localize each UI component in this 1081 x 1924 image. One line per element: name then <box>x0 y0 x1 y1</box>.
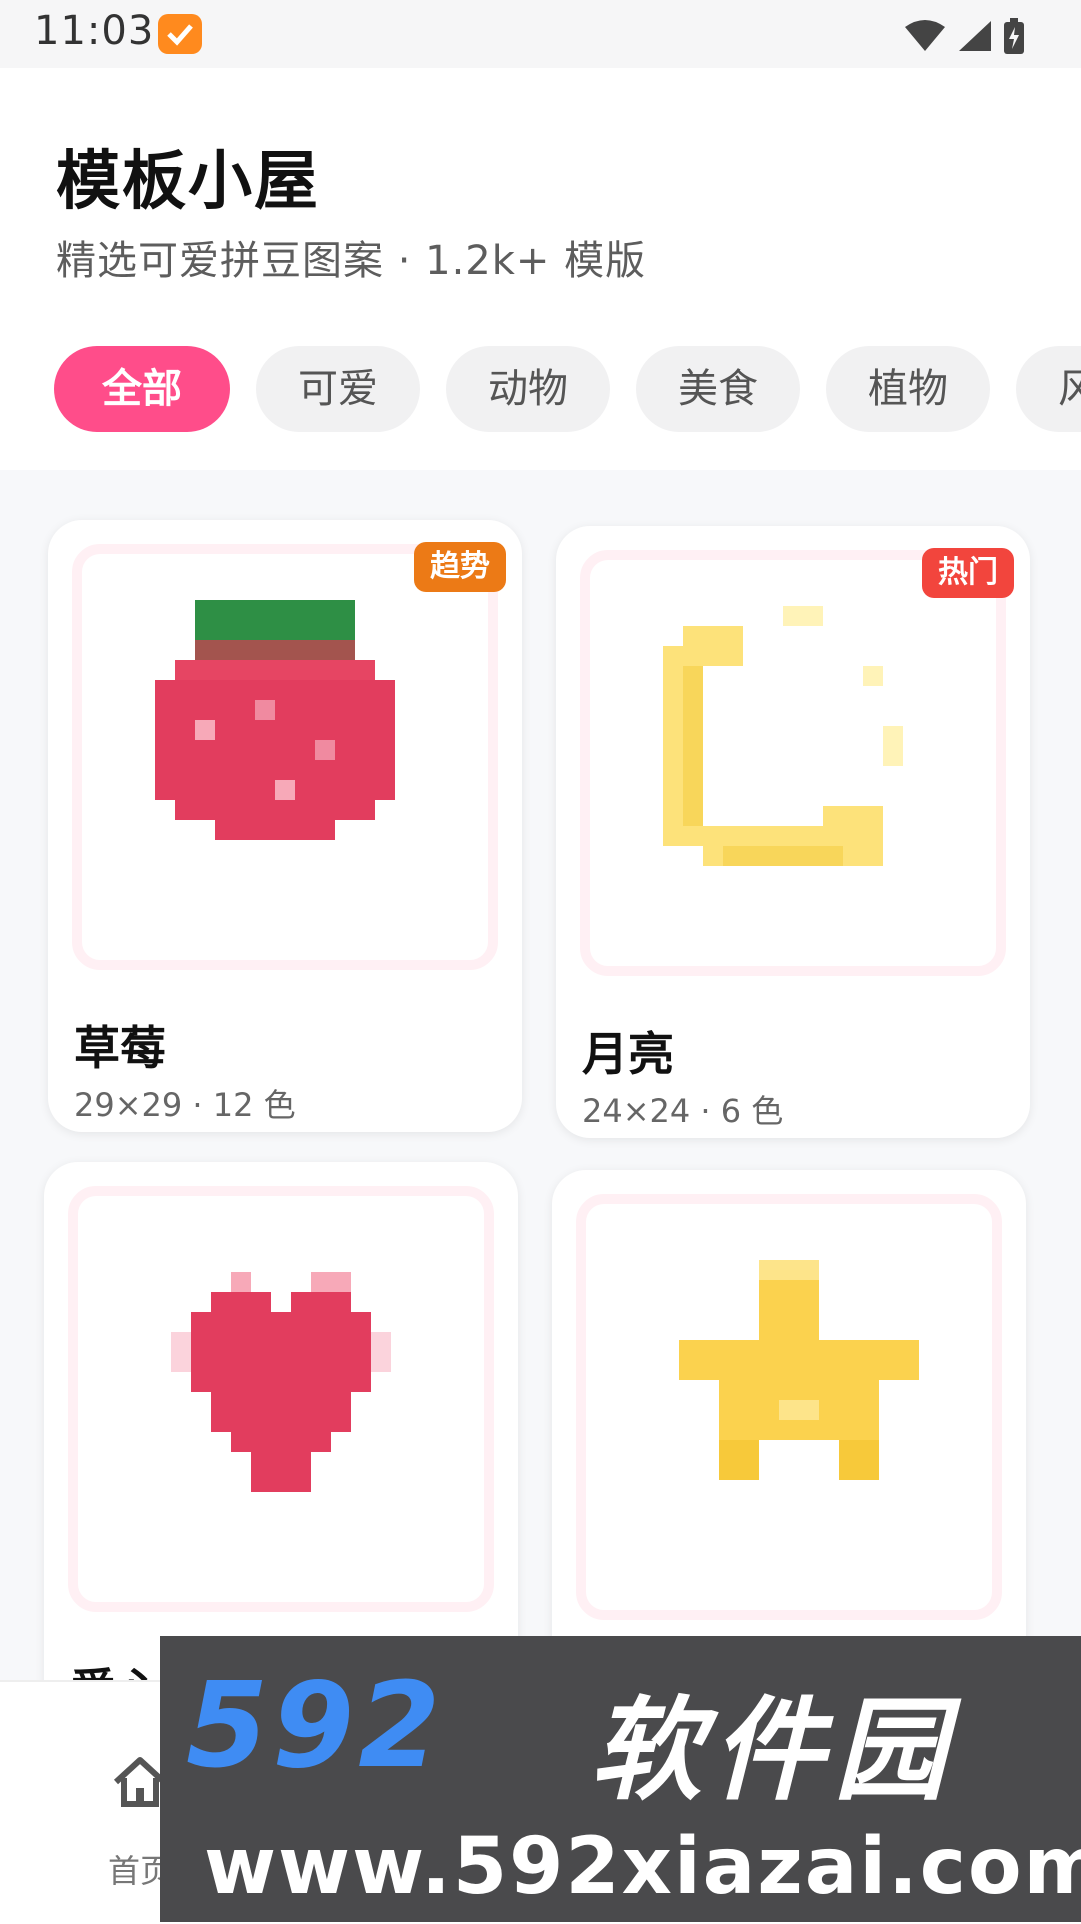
watermark-url: www.592xiazai.com <box>204 1822 1081 1912</box>
page-title: 模板小屋 <box>56 145 320 219</box>
tab-plants[interactable]: 植物 <box>826 346 990 432</box>
template-card-strawberry[interactable]: 趋势 草莓 29×29 · 12 色 <box>48 520 522 1132</box>
tab-cute[interactable]: 可爱 <box>256 346 420 432</box>
heart-pixel-image <box>171 1272 391 1492</box>
strawberry-pixel-image <box>155 600 395 840</box>
template-thumbnail <box>580 550 1006 976</box>
trend-badge: 趋势 <box>414 542 506 592</box>
tab-style[interactable]: 风 <box>1016 346 1081 432</box>
moon-pixel-image <box>663 606 903 866</box>
watermark-overlay: 592 软件园 www.592xiazai.com <box>160 1636 1081 1922</box>
watermark-logo-number: 592 <box>186 1656 445 1794</box>
notification-check-icon <box>158 14 202 54</box>
tab-all[interactable]: 全部 <box>54 346 230 432</box>
template-card-moon[interactable]: 热门 月亮 24×24 · 6 色 <box>556 526 1030 1138</box>
template-meta: 24×24 · 6 色 <box>582 1092 784 1130</box>
template-thumbnail <box>576 1194 1002 1620</box>
hot-badge: 热门 <box>922 548 1014 598</box>
page-subtitle: 精选可爱拼豆图案 · 1.2k+ 模版 <box>56 238 647 284</box>
status-bar: 11:03 <box>0 0 1081 68</box>
status-icons <box>903 18 1025 54</box>
battery-icon <box>1004 18 1024 54</box>
star-pixel-image <box>679 1260 919 1480</box>
watermark-logo-text: 软件园 <box>590 1686 956 1816</box>
wifi-icon <box>905 20 945 51</box>
template-thumbnail <box>68 1186 494 1612</box>
template-name: 月亮 <box>582 1027 674 1081</box>
status-time: 11:03 <box>34 8 155 54</box>
tab-animals[interactable]: 动物 <box>446 346 610 432</box>
signal-icon <box>959 21 991 51</box>
category-tabs: 全部 可爱 动物 美食 植物风 <box>54 346 1081 446</box>
tab-food[interactable]: 美食 <box>636 346 800 432</box>
template-thumbnail <box>72 544 498 970</box>
template-name: 草莓 <box>74 1021 166 1075</box>
template-meta: 29×29 · 12 色 <box>74 1086 296 1124</box>
